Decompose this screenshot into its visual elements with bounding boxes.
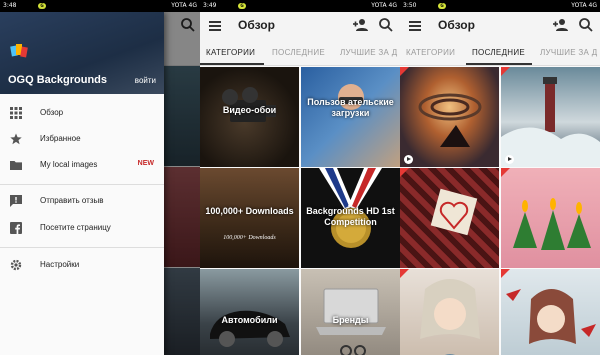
status-indicator: G — [238, 3, 246, 9]
drawer-item-browse[interactable]: Обзор — [0, 100, 164, 126]
swirl-image — [418, 93, 482, 147]
new-flag-icon — [400, 67, 409, 76]
category-tile-video[interactable]: Видео-обои — [200, 67, 299, 167]
new-flag-icon — [501, 269, 510, 278]
drawer-divider — [0, 184, 164, 185]
phone-screen-latest: 3:50 G YOTA 4G Обзор КАТЕГОРИИ ПОСЛЕДНИЕ… — [400, 0, 600, 355]
facebook-icon — [10, 222, 22, 234]
drawer-item-label: Настройки — [40, 260, 80, 269]
menu-icon[interactable] — [409, 21, 421, 31]
phone-screen-drawer: 3:48 G YOTA 4G OGQ Backgrounds войти Обз… — [0, 0, 200, 355]
wallpaper-thumb-anime-birds[interactable] — [501, 269, 600, 355]
drawer-item-label: Избранное — [40, 134, 81, 143]
drawer-item-label: Посетите страницу — [40, 223, 111, 232]
category-tile-user-uploads[interactable]: Пользов ательские загрузки — [301, 67, 400, 167]
tab-bar: КАТЕГОРИИ ПОСЛЕДНИЕ ЛУЧШИЕ ЗА Д — [400, 40, 600, 66]
tab-best[interactable]: ЛУЧШИЕ ЗА Д — [540, 48, 597, 57]
tab-indicator — [200, 63, 264, 65]
drawer-item-label: Обзор — [40, 108, 64, 117]
category-label: Бренды — [332, 315, 369, 325]
status-bar: 3:48 G YOTA 4G — [0, 0, 200, 12]
heart-cookie-image — [430, 188, 478, 236]
settings-icon — [10, 259, 22, 271]
lighthouse-image — [501, 77, 600, 167]
drawer-item-local-images[interactable]: My local images NEW — [0, 152, 164, 178]
tab-latest[interactable]: ПОСЛЕДНИЕ — [272, 48, 325, 57]
category-label: Пользов ательские загрузки — [307, 97, 394, 118]
grid-icon — [10, 107, 22, 119]
menu-icon[interactable] — [209, 21, 221, 31]
wallpaper-thumb-hearts[interactable] — [400, 168, 499, 268]
drawer-item-label: My local images — [40, 160, 98, 169]
status-carrier: YOTA 4G — [571, 2, 597, 9]
new-flag-icon — [501, 67, 510, 76]
drawer-item-feedback[interactable]: Отправить отзыв — [0, 188, 164, 214]
tab-categories[interactable]: КАТЕГОРИИ — [206, 48, 255, 57]
status-bar: 3:49 G YOTA 4G — [200, 0, 400, 12]
category-label: Backgrounds HD 1st Competition — [306, 206, 395, 227]
new-flag-icon — [400, 269, 409, 278]
tab-indicator — [466, 63, 532, 65]
app-logo-icon — [10, 44, 28, 58]
status-indicator: G — [438, 3, 446, 9]
star-icon — [10, 133, 22, 145]
feedback-icon — [10, 195, 22, 207]
wallpaper-thumb-sunset-swirl[interactable] — [400, 67, 499, 167]
page-title: Обзор — [238, 18, 275, 32]
navigation-drawer: OGQ Backgrounds войти Обзор Избранное My… — [0, 12, 164, 355]
category-tile-competition[interactable]: Backgrounds HD 1st Competition — [301, 168, 400, 268]
anime-birds-image — [506, 289, 596, 344]
drawer-item-label: Отправить отзыв — [40, 196, 104, 205]
new-flag-icon — [501, 168, 510, 177]
status-carrier: YOTA 4G — [371, 2, 397, 9]
drawer-item-favorites[interactable]: Избранное — [0, 126, 164, 152]
drawer-item-visit-page[interactable]: Посетите страницу — [0, 215, 164, 241]
tab-latest[interactable]: ПОСЛЕДНИЕ — [472, 48, 525, 57]
anime-girl-image — [420, 279, 480, 355]
category-tile-brands[interactable]: Бренды — [301, 269, 400, 355]
status-time: 3:50 — [403, 2, 417, 9]
login-link[interactable]: войти — [135, 76, 156, 85]
status-bar: 3:50 G YOTA 4G — [400, 0, 600, 12]
wallpaper-thumb-lighthouse[interactable] — [501, 67, 600, 167]
tab-categories[interactable]: КАТЕГОРИИ — [406, 48, 455, 57]
wallpaper-thumb-candles[interactable] — [501, 168, 600, 268]
category-label: Автомобили — [221, 315, 278, 325]
category-tile-downloads[interactable]: 100,000+ Downloads 100,000+ Downloads — [200, 168, 299, 268]
app-name: OGQ Backgrounds — [8, 74, 108, 86]
status-time: 3:49 — [203, 2, 217, 9]
category-sublabel: 100,000+ Downloads — [223, 235, 276, 241]
add-person-icon[interactable] — [552, 17, 568, 33]
category-label: Видео-обои — [222, 105, 277, 115]
new-badge: NEW — [137, 160, 154, 167]
category-tile-cars[interactable]: Автомобили — [200, 269, 299, 355]
new-flag-icon — [400, 168, 409, 177]
play-icon[interactable] — [505, 155, 514, 164]
phone-screen-categories: 3:49 G YOTA 4G Обзор КАТЕГОРИИ ПОСЛЕДНИЕ… — [200, 0, 400, 355]
toolbar: Обзор — [400, 12, 600, 40]
candles-image — [513, 198, 591, 250]
play-icon[interactable] — [404, 155, 413, 164]
toolbar: Обзор — [200, 12, 400, 40]
drawer-item-settings[interactable]: Настройки — [0, 252, 164, 278]
category-label: 100,000+ Downloads — [205, 206, 294, 216]
drawer-header: OGQ Backgrounds войти — [0, 12, 164, 94]
tab-best[interactable]: ЛУЧШИЕ ЗА Д — [340, 48, 397, 57]
status-time: 3:48 — [3, 2, 17, 9]
add-person-icon[interactable] — [352, 17, 368, 33]
drawer-divider — [0, 247, 164, 248]
status-carrier: YOTA 4G — [171, 2, 197, 9]
wallpaper-thumb-anime-girl[interactable] — [400, 269, 499, 355]
search-icon[interactable] — [378, 17, 394, 33]
search-icon[interactable] — [578, 17, 594, 33]
tab-bar: КАТЕГОРИИ ПОСЛЕДНИЕ ЛУЧШИЕ ЗА Д — [200, 40, 400, 66]
status-indicator: G — [38, 3, 46, 9]
page-title: Обзор — [438, 18, 475, 32]
folder-icon — [10, 161, 22, 170]
